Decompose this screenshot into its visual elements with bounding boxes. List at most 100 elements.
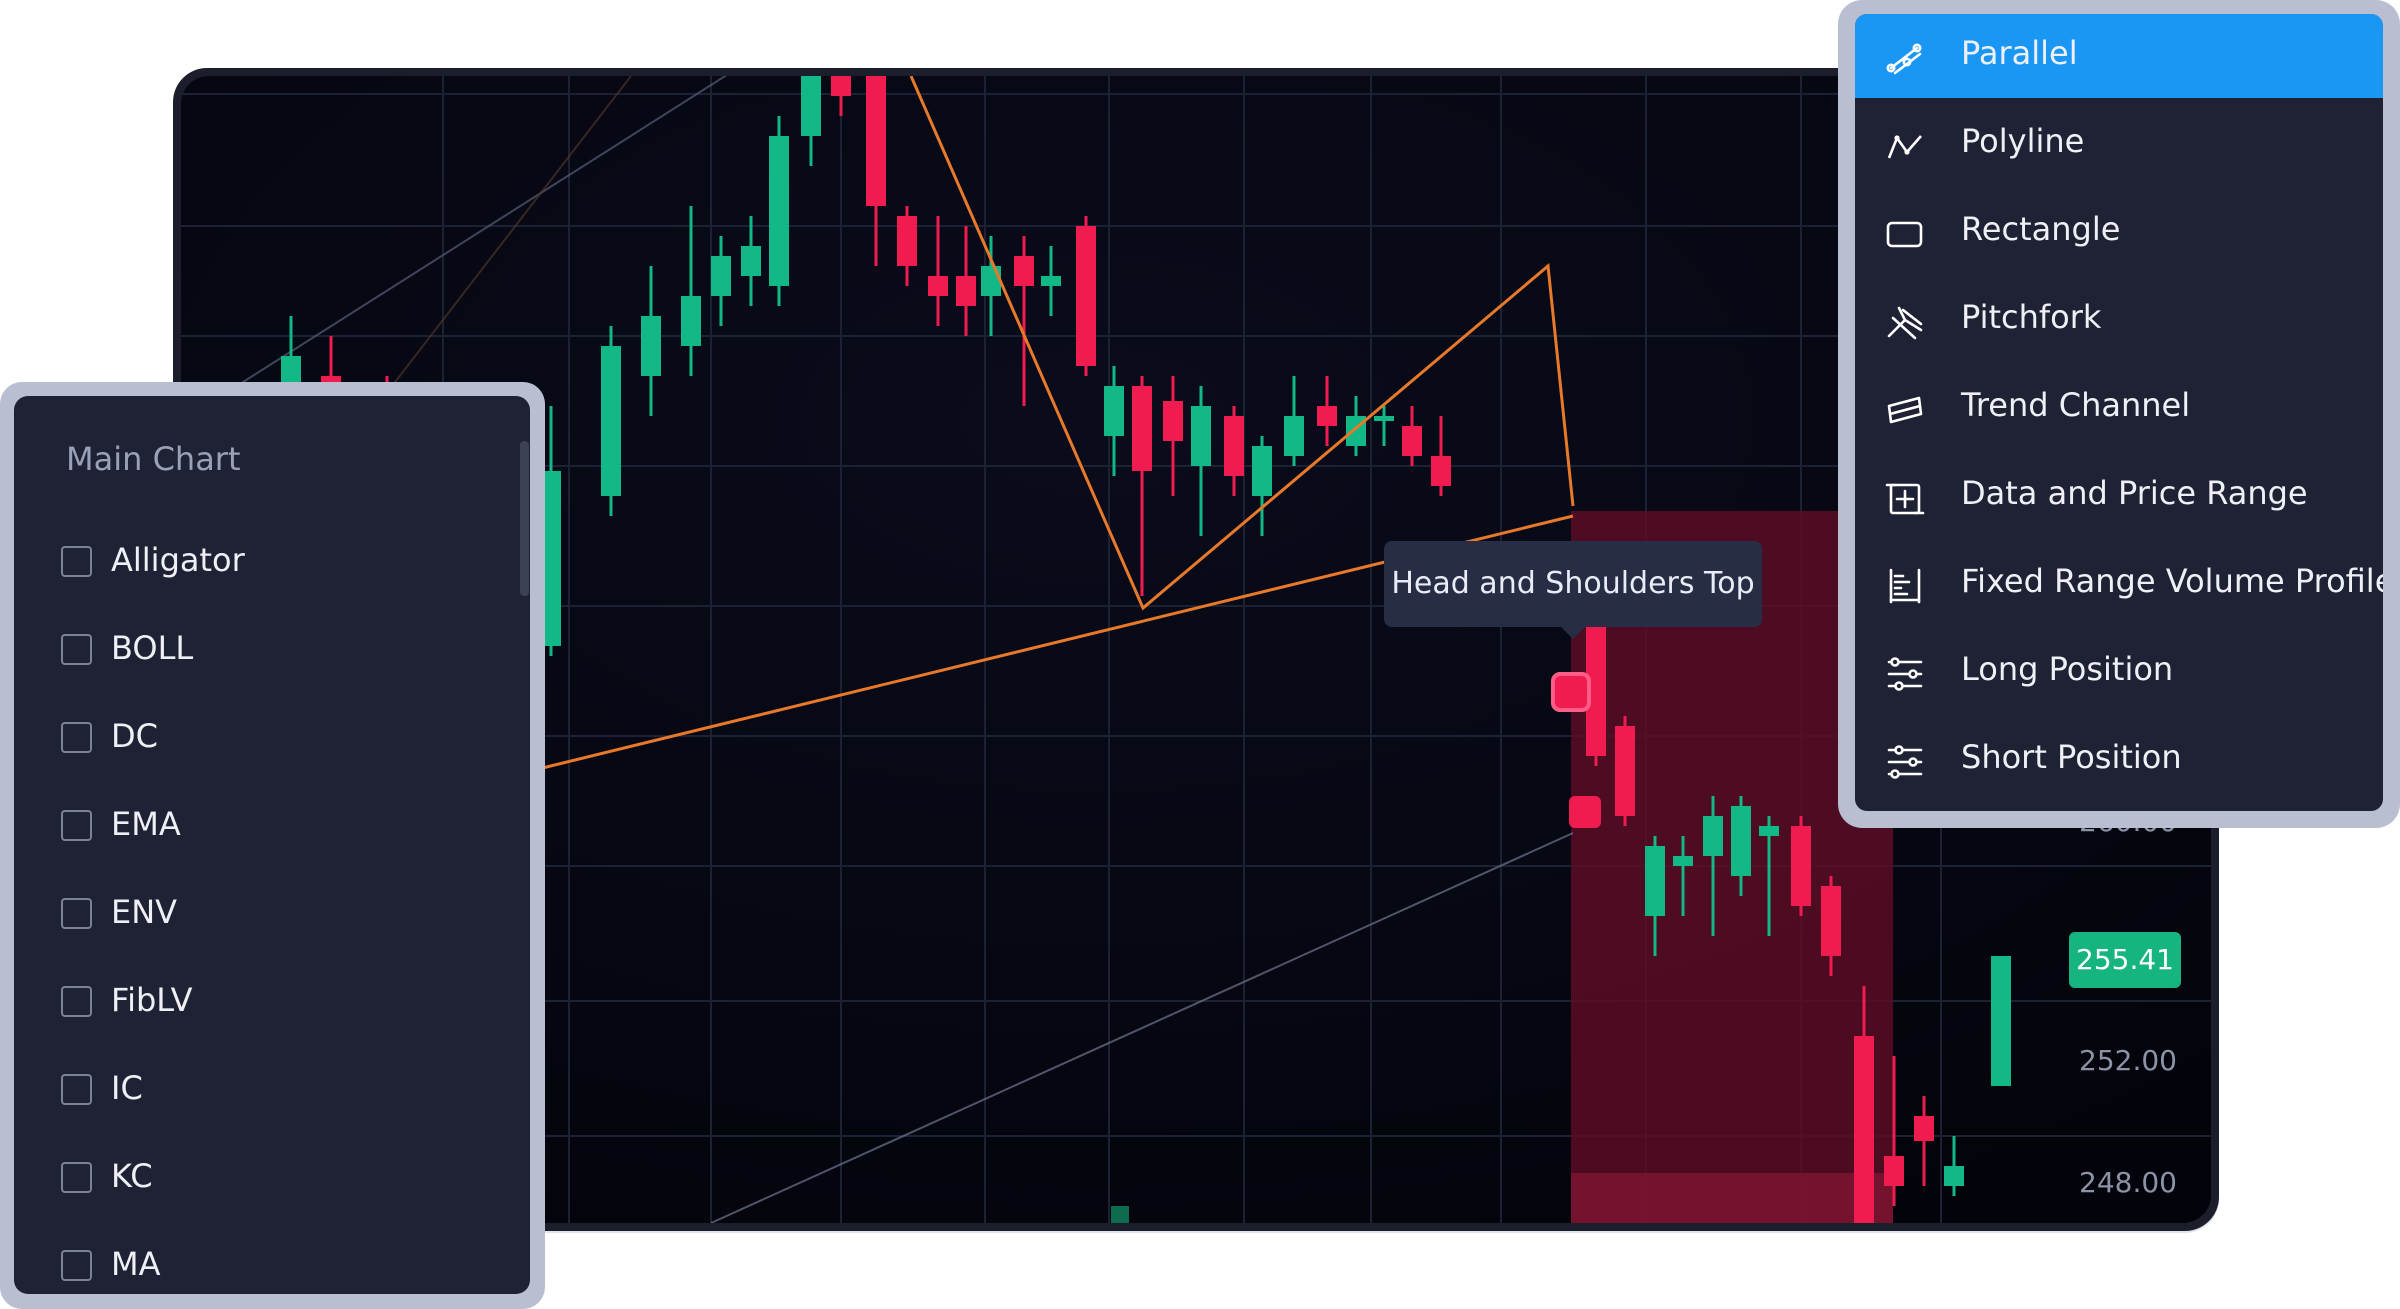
- candle-body: [1759, 826, 1779, 836]
- checkbox[interactable]: [61, 1162, 92, 1193]
- scrollbar[interactable]: [520, 441, 529, 596]
- indicator-panel: Main Chart Alligator BOLL DC EMA ENV Fib…: [0, 382, 545, 1309]
- candle-body: [866, 76, 886, 206]
- checkbox[interactable]: [61, 986, 92, 1017]
- candle-body: [1224, 416, 1244, 476]
- candle-body: [1991, 956, 2011, 1086]
- candle-body: [1252, 446, 1272, 496]
- long-position-icon: [1887, 657, 1923, 691]
- indicator-item-ic[interactable]: IC: [61, 1061, 501, 1121]
- indicator-item-kc[interactable]: KC: [61, 1149, 501, 1209]
- tool-polyline[interactable]: Polyline: [1855, 102, 2383, 186]
- tool-parallel[interactable]: Parallel: [1855, 14, 2383, 98]
- candle-body: [1914, 1116, 1934, 1141]
- indicator-item-env[interactable]: ENV: [61, 885, 501, 945]
- candle-body: [1645, 846, 1665, 916]
- candle-body: [1615, 726, 1635, 816]
- checkbox[interactable]: [61, 1074, 92, 1105]
- candle-body: [1374, 416, 1394, 421]
- candle-body: [956, 276, 976, 306]
- tool-label: Trend Channel: [1961, 386, 2191, 424]
- indicator-label: Alligator: [111, 541, 245, 579]
- indicator-label: BOLL: [111, 629, 194, 667]
- candle-body: [1104, 386, 1124, 436]
- candle-body: [1673, 856, 1693, 866]
- trend-channel-icon: [1887, 396, 1923, 424]
- tool-fixed-range-volume-profile[interactable]: Fixed Range Volume Profile: [1855, 542, 2383, 626]
- candle-body: [801, 76, 821, 136]
- candle-body: [1402, 426, 1422, 456]
- drawing-tools-menu: Parallel Polyline Rectangle Pitchfork Tr…: [1838, 0, 2400, 828]
- candle-body: [1317, 406, 1337, 426]
- pattern-tooltip: Head and Shoulders Top: [1384, 541, 1762, 627]
- indicator-item-alligator[interactable]: Alligator: [61, 533, 501, 593]
- price-tick: 252.00: [2079, 1044, 2177, 1077]
- tool-label: Short Position: [1961, 738, 2182, 776]
- candle-body: [1431, 456, 1451, 486]
- candle-body: [1884, 1156, 1904, 1186]
- candle-body: [897, 216, 917, 266]
- indicator-item-boll[interactable]: BOLL: [61, 621, 501, 681]
- tool-long-position[interactable]: Long Position: [1855, 630, 2383, 714]
- indicator-label: ENV: [111, 893, 178, 931]
- indicator-item-dc[interactable]: DC: [61, 709, 501, 769]
- candle-body: [1703, 816, 1723, 856]
- checkbox[interactable]: [61, 634, 92, 665]
- tooltip-pointer: [1561, 627, 1585, 639]
- tool-label: Data and Price Range: [1961, 474, 2308, 512]
- candle-body: [601, 346, 621, 496]
- candle-body: [641, 316, 661, 376]
- candle-body: [1944, 1166, 1964, 1186]
- tool-label: Parallel: [1961, 34, 2078, 72]
- checkbox[interactable]: [61, 810, 92, 841]
- candle-body: [1132, 386, 1152, 471]
- candle-body: [1731, 806, 1751, 876]
- candle-body: [1791, 826, 1811, 906]
- candle-body: [1191, 406, 1211, 466]
- candle-body: [741, 246, 761, 276]
- price-tick: 248.00: [2079, 1166, 2177, 1199]
- checkbox[interactable]: [61, 546, 92, 577]
- tool-data-price-range[interactable]: Data and Price Range: [1855, 454, 2383, 538]
- tool-trend-channel[interactable]: Trend Channel: [1855, 366, 2383, 450]
- data-price-range-icon: [1885, 483, 1925, 515]
- indicator-item-ma[interactable]: MA: [61, 1237, 501, 1294]
- tool-short-position[interactable]: Short Position: [1855, 718, 2383, 802]
- candle-body: [1163, 401, 1183, 441]
- indicator-label: IC: [111, 1069, 143, 1107]
- polyline-icon: [1887, 135, 1922, 159]
- pattern-point-handle-2: [1569, 796, 1601, 828]
- tool-rectangle[interactable]: Rectangle: [1855, 190, 2383, 274]
- checkbox[interactable]: [61, 1250, 92, 1281]
- indicator-panel-title: Main Chart: [66, 440, 241, 478]
- candle-body: [1076, 226, 1096, 366]
- drawing-tools-list: Parallel Polyline Rectangle Pitchfork Tr…: [1855, 14, 2383, 811]
- tool-label: Long Position: [1961, 650, 2174, 688]
- candle-body: [831, 76, 851, 96]
- tool-label: Pitchfork: [1961, 298, 2102, 336]
- candle-body: [1821, 886, 1841, 956]
- volume-bar: [1111, 1206, 1129, 1223]
- indicator-label: DC: [111, 717, 158, 755]
- candle-body: [928, 276, 948, 296]
- tool-pitchfork[interactable]: Pitchfork: [1855, 278, 2383, 362]
- indicator-label: FibLV: [111, 981, 193, 1019]
- rectangle-icon: [1886, 221, 1923, 248]
- pitchfork-icon: [1887, 306, 1923, 340]
- candle-body: [1014, 256, 1034, 286]
- volume-profile-icon: [1889, 568, 1921, 604]
- parallel-icon: [1886, 43, 1922, 75]
- indicator-item-ema[interactable]: EMA: [61, 797, 501, 857]
- indicator-label: KC: [111, 1157, 153, 1195]
- candle-body: [981, 266, 1001, 296]
- tool-label: Polyline: [1961, 122, 2085, 160]
- current-price-badge: 255.41: [2069, 932, 2181, 988]
- checkbox[interactable]: [61, 898, 92, 929]
- indicator-item-fiblv[interactable]: FibLV: [61, 973, 501, 1033]
- candle-body: [769, 136, 789, 286]
- pattern-point-handle: [1551, 672, 1591, 712]
- indicator-label: EMA: [111, 805, 181, 843]
- candle-body: [1284, 416, 1304, 456]
- tool-label: Rectangle: [1961, 210, 2121, 248]
- checkbox[interactable]: [61, 722, 92, 753]
